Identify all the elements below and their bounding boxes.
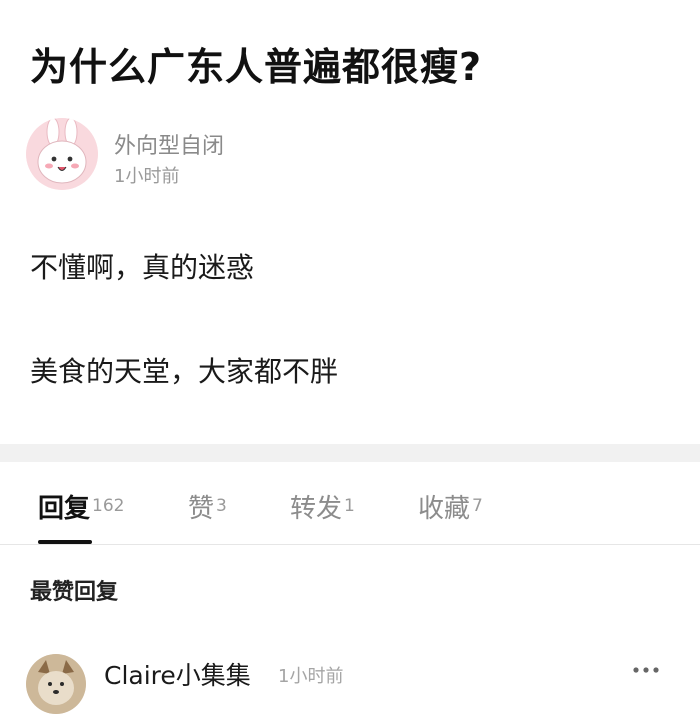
post-timestamp: 1小时前 (114, 166, 180, 187)
bunny-avatar-icon (26, 118, 98, 190)
author-avatar[interactable] (26, 118, 98, 190)
tab-favorites[interactable]: 收藏 7 (418, 488, 483, 525)
post-body-line: 美食的天堂，大家都不胖 (30, 355, 339, 388)
post-author-row[interactable]: 外向型自闭 1小时前 (26, 118, 426, 190)
section-divider (0, 444, 700, 462)
post-body-line: 不懂啊，真的迷惑 (30, 251, 255, 284)
reply-item[interactable]: Claire小集集 1小时前 (26, 652, 686, 714)
author-name[interactable]: 外向型自闭 (114, 128, 224, 160)
tab-label: 收藏 (418, 494, 471, 524)
tab-likes[interactable]: 赞3 (188, 488, 227, 525)
tabs-divider (0, 544, 700, 545)
reply-author-name[interactable]: Claire小集集 (104, 656, 251, 692)
tab-count: 1 (344, 495, 355, 516)
post-title: 为什么广东人普遍都很瘦? (30, 45, 483, 89)
dog-avatar-icon (26, 654, 86, 714)
reply-timestamp: 1小时前 (278, 666, 344, 687)
top-replies-heading: 最赞回复 (30, 580, 119, 605)
tab-reposts[interactable]: 转发 1 (290, 488, 355, 525)
tab-label: 赞 (188, 494, 215, 524)
post-tabs: 回复 162 赞3 转发 1 收藏 7 (0, 462, 700, 546)
reply-author-avatar[interactable] (26, 654, 86, 714)
tab-label: 回复 (38, 494, 91, 524)
tab-count: 3 (216, 495, 227, 516)
more-horizontal-icon[interactable] (628, 660, 664, 680)
tab-replies[interactable]: 回复 162 (38, 488, 124, 525)
tab-count: 162 (92, 495, 125, 516)
tab-label: 转发 (290, 494, 343, 524)
tab-count: 7 (472, 495, 483, 516)
